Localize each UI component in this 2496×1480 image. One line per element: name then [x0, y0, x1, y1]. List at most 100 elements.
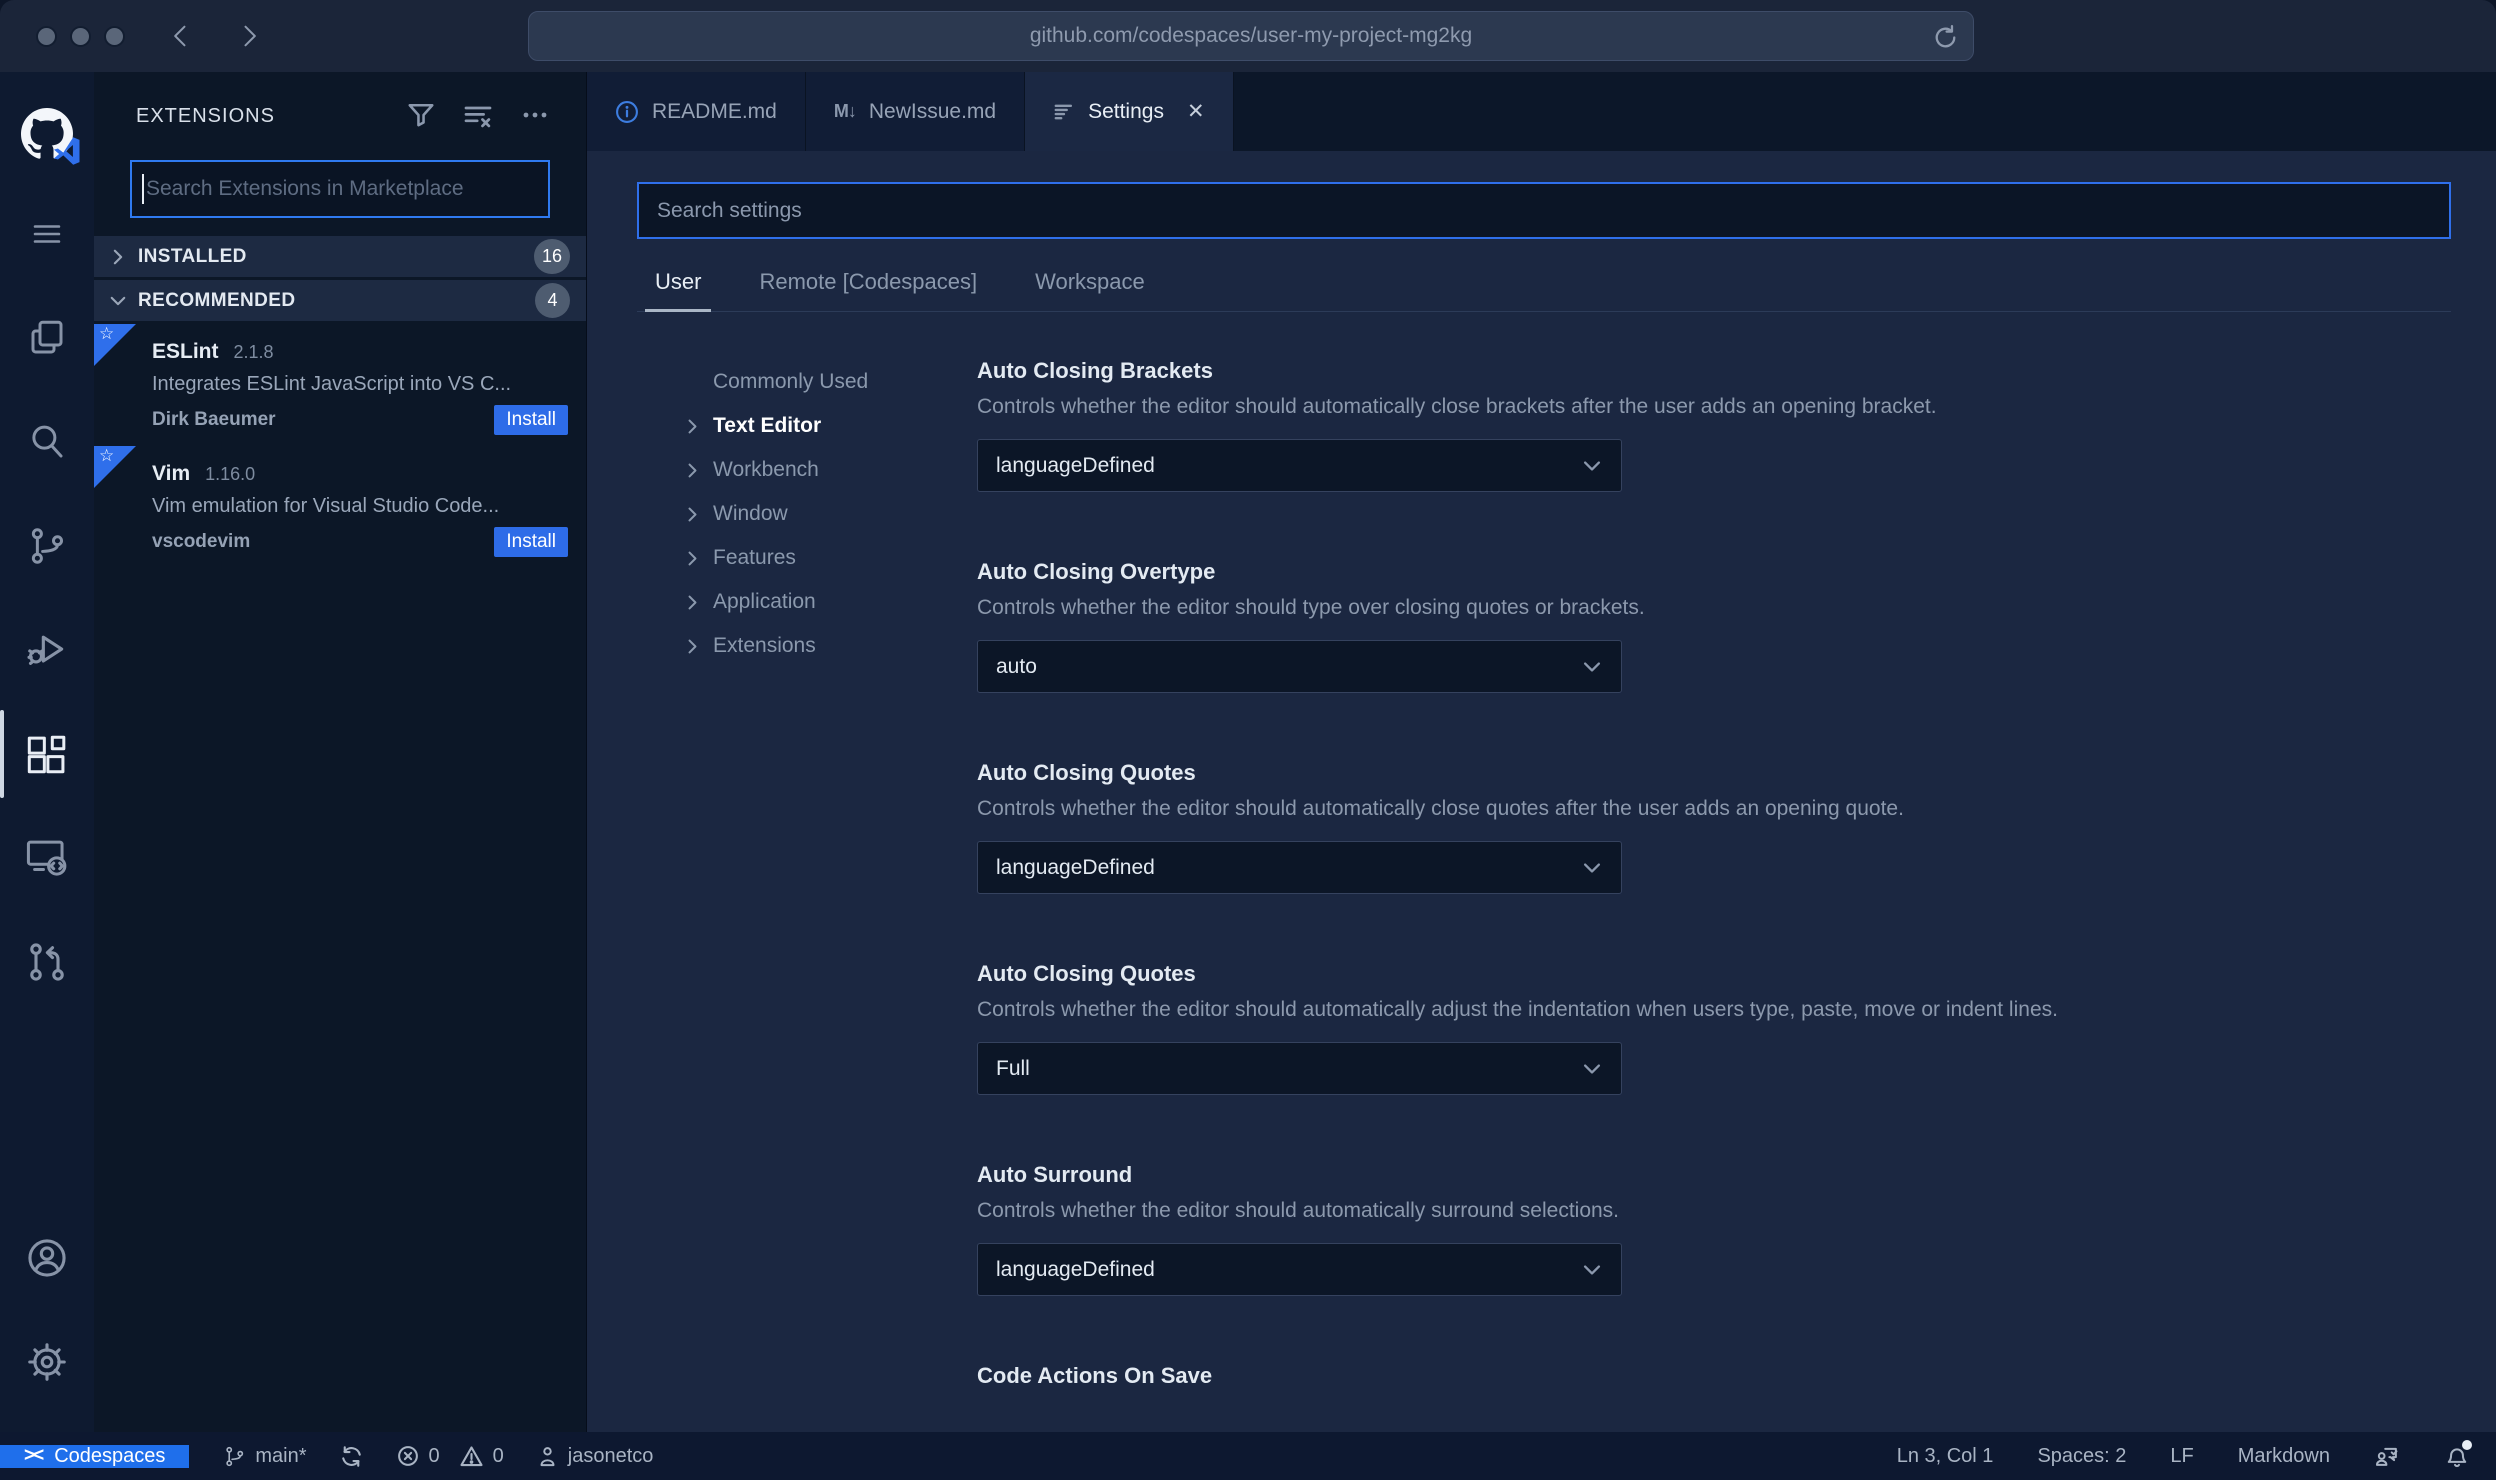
- settings-list-icon: [1054, 104, 1073, 119]
- toc-extensions[interactable]: Extensions: [683, 624, 977, 668]
- extension-list-item-eslint[interactable]: ☆ ESLint 2.1.8 Integrates ESLint JavaScr…: [94, 324, 586, 446]
- setting-dropdown[interactable]: languageDefined: [977, 1243, 1622, 1296]
- section-recommended[interactable]: RECOMMENDED 4: [94, 280, 586, 321]
- more-actions-icon[interactable]: [520, 100, 550, 132]
- cursor-position[interactable]: Ln 3, Col 1: [1897, 1445, 1994, 1468]
- extension-description: Vim emulation for Visual Studio Code...: [152, 495, 500, 517]
- source-control-icon[interactable]: [0, 494, 94, 598]
- status-bar: >< Codespaces main* 0 0 jasonetco Ln 3, …: [0, 1432, 2496, 1480]
- clear-extension-search-icon[interactable]: [462, 100, 494, 132]
- chevron-right-icon: [683, 593, 713, 612]
- window-zoom-button[interactable]: [104, 25, 125, 47]
- sync-icon: [341, 1445, 361, 1467]
- notification-dot: [2462, 1440, 2472, 1450]
- sync-button[interactable]: [339, 1444, 364, 1469]
- search-icon[interactable]: [0, 390, 94, 494]
- tab-settings[interactable]: Settings ✕: [1025, 72, 1234, 151]
- toc-application[interactable]: Application: [683, 580, 977, 624]
- indentation[interactable]: Spaces: 2: [2037, 1445, 2126, 1468]
- setting-dropdown[interactable]: languageDefined: [977, 841, 1622, 894]
- branch-indicator[interactable]: main*: [223, 1445, 307, 1468]
- person-icon: [540, 1446, 555, 1466]
- star-icon: ☆: [99, 324, 115, 343]
- window-controls[interactable]: [36, 25, 125, 47]
- browser-window: github.com/codespaces/user-my-project-mg…: [0, 0, 2496, 1480]
- chevron-right-icon: [683, 549, 713, 568]
- remote-indicator[interactable]: >< Codespaces: [0, 1444, 190, 1468]
- extension-name: Vim: [152, 462, 191, 485]
- warning-count: 0: [492, 1444, 504, 1467]
- toc-features[interactable]: Features: [683, 536, 977, 580]
- sidebar-title: EXTENSIONS: [136, 104, 275, 127]
- git-branch-icon: [226, 1446, 244, 1466]
- editor-area: README.md M↓ NewIssue.md Settings ✕ User…: [587, 72, 2496, 1432]
- settings-scope-tabs: User Remote [Codespaces] Workspace: [637, 269, 2451, 312]
- setting-auto-closing-quotes-2: Auto Closing Quotes Controls whether the…: [977, 961, 2451, 1095]
- extensions-search-input[interactable]: [146, 177, 538, 201]
- url-text: github.com/codespaces/user-my-project-mg…: [1029, 24, 1473, 47]
- install-button[interactable]: Install: [494, 405, 568, 435]
- setting-auto-closing-quotes-1: Auto Closing Quotes Controls whether the…: [977, 760, 2451, 894]
- user-indicator[interactable]: jasonetco: [536, 1445, 653, 1468]
- tab-newissue[interactable]: M↓ NewIssue.md: [805, 72, 1026, 151]
- chevron-down-icon: [1581, 1058, 1603, 1080]
- extension-list-item-vim[interactable]: ☆ Vim 1.16.0 Vim emulation for Visual St…: [94, 446, 586, 568]
- filter-icon[interactable]: [406, 100, 436, 132]
- toc-text-editor[interactable]: Text Editor: [683, 404, 977, 448]
- error-count: 0: [428, 1444, 440, 1467]
- install-button[interactable]: Install: [494, 527, 568, 557]
- chevron-right-icon: [108, 247, 128, 267]
- back-icon[interactable]: [167, 22, 195, 50]
- setting-auto-closing-overtype: Auto Closing Overtype Controls whether t…: [977, 559, 2451, 693]
- remote-explorer-icon[interactable]: [0, 806, 94, 910]
- window-close-button[interactable]: [36, 25, 57, 47]
- github-codespaces-logo: [0, 86, 94, 182]
- settings-list: Auto Closing Brackets Controls whether t…: [977, 312, 2451, 1432]
- tab-readme[interactable]: README.md: [587, 72, 806, 151]
- toc-workbench[interactable]: Workbench: [683, 448, 977, 492]
- extension-name: ESLint: [152, 340, 219, 363]
- setting-dropdown[interactable]: languageDefined: [977, 439, 1622, 492]
- scope-tab-user[interactable]: User: [644, 269, 713, 312]
- menu-hamburger-icon[interactable]: [0, 182, 94, 286]
- manage-gear-icon[interactable]: [0, 1310, 94, 1414]
- account-icon[interactable]: [0, 1206, 94, 1310]
- info-icon: [616, 100, 638, 123]
- warning-icon: [460, 1445, 483, 1466]
- scope-tab-remote[interactable]: Remote [Codespaces]: [759, 269, 977, 311]
- extension-version: 1.16.0: [205, 464, 256, 484]
- toc-window[interactable]: Window: [683, 492, 977, 536]
- settings-search-input[interactable]: [637, 182, 2451, 239]
- remote-label: Codespaces: [54, 1444, 166, 1467]
- address-bar[interactable]: github.com/codespaces/user-my-project-mg…: [528, 11, 1974, 61]
- eol-sequence[interactable]: LF: [2170, 1445, 2193, 1468]
- extension-author: Dirk Baeumer: [152, 409, 276, 430]
- chevron-down-icon: [108, 291, 128, 311]
- scope-tab-workspace[interactable]: Workspace: [1035, 269, 1145, 311]
- close-tab-icon[interactable]: ✕: [1187, 99, 1205, 124]
- vscode-logo-icon: [54, 137, 80, 165]
- section-installed[interactable]: INSTALLED 16: [94, 236, 586, 277]
- chevron-right-icon: [683, 637, 713, 656]
- feedback-button[interactable]: [2374, 1443, 2400, 1469]
- window-minimize-button[interactable]: [70, 25, 91, 47]
- notifications-button[interactable]: [2444, 1440, 2472, 1469]
- reload-icon[interactable]: [1932, 24, 1959, 51]
- extensions-search-box[interactable]: [130, 160, 550, 218]
- language-mode[interactable]: Markdown: [2238, 1445, 2330, 1468]
- chevron-right-icon: [683, 505, 713, 524]
- extension-author: vscodevim: [152, 531, 251, 552]
- problems-indicator[interactable]: 0 0: [396, 1444, 504, 1469]
- extensions-icon[interactable]: [0, 702, 94, 806]
- feedback-icon: [2375, 1447, 2398, 1466]
- installed-count-badge: 16: [533, 239, 570, 274]
- forward-icon[interactable]: [235, 22, 263, 50]
- toc-commonly-used[interactable]: Commonly Used: [683, 360, 977, 404]
- github-pull-requests-icon[interactable]: [0, 910, 94, 1014]
- setting-dropdown[interactable]: auto: [977, 640, 1622, 693]
- explorer-icon[interactable]: [0, 286, 94, 390]
- run-debug-icon[interactable]: [0, 598, 94, 702]
- setting-dropdown[interactable]: Full: [977, 1042, 1622, 1095]
- markdown-icon: M↓: [833, 101, 857, 121]
- extension-version: 2.1.8: [233, 342, 274, 362]
